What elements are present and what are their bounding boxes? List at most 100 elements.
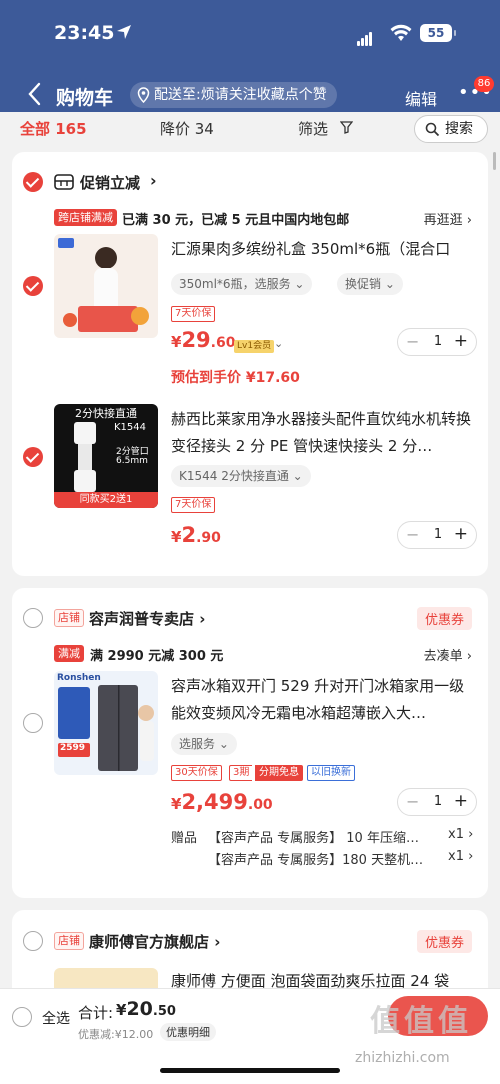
chevron-right-icon: › — [150, 171, 157, 190]
installment-tag-count: 3期 — [229, 765, 253, 781]
discount-detail-button[interactable]: 优惠明细 — [160, 1023, 216, 1041]
price-decimal: .60 — [210, 335, 236, 351]
gift-quantity[interactable]: x1 › — [448, 827, 473, 842]
cellular-signal-icon — [357, 27, 373, 46]
service-selector[interactable]: 选服务 ⌄ — [171, 733, 237, 755]
spec-selector[interactable]: 350ml*6瓶，选服务 ⌄ — [171, 273, 313, 295]
group-header[interactable]: 促销立减 › — [12, 168, 488, 198]
quantity-stepper[interactable]: − 1 + — [397, 521, 477, 549]
group-checkbox[interactable] — [23, 172, 43, 192]
image-size-mm: 6.5mm — [116, 456, 148, 466]
store-checkbox[interactable] — [23, 608, 43, 628]
chevron-down-icon[interactable]: ⌄ — [274, 337, 283, 350]
promo-text: 已满 30 元，已减 5 元且中国内地包邮 — [122, 213, 350, 228]
store-name[interactable]: 康师傅官方旗舰店 › — [89, 931, 220, 952]
promo-tag: 满减 — [54, 645, 84, 662]
page-title: 购物车 — [56, 87, 114, 109]
member-badge: Lv1会员 — [234, 340, 275, 353]
product-title[interactable]: 赫西比莱家用净水器接头配件直饮纯水机转换变径接头 2 分 PE 管快速快接头 2… — [171, 406, 475, 460]
store-tag: 店铺 — [54, 932, 84, 950]
cart-group-store: 店铺 康师傅官方旗舰店 › 优惠券 康师傅 方便面 泡面袋面劲爽乐拉面 24 袋 — [12, 910, 488, 1000]
quantity-stepper[interactable]: − 1 + — [397, 328, 477, 356]
search-label: 搜索 — [445, 121, 473, 137]
price-currency: ¥ — [171, 528, 182, 546]
plus-button[interactable]: + — [454, 524, 468, 544]
promo-text: 满 2990 元减 300 元 — [90, 649, 224, 664]
image-brand: Ronshen — [57, 673, 101, 683]
coupon-button[interactable]: 优惠券 — [416, 930, 472, 953]
total-decimal: .50 — [152, 1004, 176, 1019]
coupon-button[interactable]: 优惠券 — [416, 607, 472, 630]
status-time: 23:45 — [54, 22, 115, 44]
installment-tag: 分期免息 — [255, 765, 303, 781]
search-button[interactable]: 搜索 — [414, 115, 488, 143]
back-icon[interactable] — [26, 82, 44, 106]
plus-button[interactable]: + — [454, 331, 468, 351]
select-all-label[interactable]: 全选 — [42, 1008, 70, 1028]
image-code: K1544 — [114, 422, 147, 433]
juice-giftbox-image — [54, 234, 158, 338]
total-label: 合计: — [78, 1004, 114, 1022]
price-decimal: .00 — [247, 797, 273, 813]
product-image[interactable]: 2分快接直通 K1544 2分管口 6.5mm 同款买2送1 — [54, 404, 158, 508]
promo-icon — [54, 174, 74, 190]
plus-button[interactable]: + — [454, 791, 468, 811]
home-indicator — [160, 1068, 340, 1073]
edit-button[interactable]: 编辑 — [405, 86, 437, 110]
price-integer: 2,499 — [181, 790, 248, 814]
price-protect-tag: 30天价保 — [171, 765, 222, 781]
estimated-price: 预估到手价 ¥17.60 — [171, 370, 300, 386]
cart-group-store: 店铺 容声润普专卖店 › 优惠券 满减 满 2990 元减 300 元 去凑单 … — [12, 588, 488, 898]
gift-item[interactable]: 【容声产品 专属服务】180 天整机… — [208, 849, 423, 868]
deliver-address-label: 配送至:烦请关注收藏点个赞 — [154, 87, 327, 103]
filter-tabs: 全部 165 降价 34 筛选 搜索 — [0, 112, 500, 148]
tab-filter[interactable]: 筛选 — [298, 118, 328, 139]
search-icon — [425, 122, 440, 137]
store-tag: 店铺 — [54, 609, 84, 627]
price-protect-tag: 7天价保 — [171, 497, 216, 513]
tab-all[interactable]: 全部 165 — [20, 118, 87, 139]
swap-promo-selector[interactable]: 换促销 ⌄ — [337, 273, 403, 295]
product-title[interactable]: 容声冰箱双开门 529 升对开门冰箱家用一级能效变频风冷无霜电冰箱超薄嵌入大… — [171, 673, 475, 727]
message-badge: 86 — [474, 76, 494, 92]
image-price: 2599 — [60, 743, 86, 753]
tab-price-drop[interactable]: 降价 34 — [160, 118, 214, 139]
gift-item[interactable]: 【容声产品 专属服务】 10 年压缩… — [208, 827, 419, 846]
product-image[interactable]: Ronshen 2599 — [54, 671, 158, 775]
item-checkbox[interactable] — [23, 713, 43, 733]
pipe-connector-image — [74, 422, 96, 492]
price: ¥2.90 — [171, 523, 221, 547]
gift-quantity[interactable]: x1 › — [448, 849, 473, 864]
location-pin-icon — [137, 87, 150, 103]
nav-bar: 购物车 配送至:烦请关注收藏点个赞 编辑 ••• 86 — [0, 76, 500, 116]
gift-label: 赠品 — [171, 831, 198, 846]
wifi-icon — [390, 24, 412, 41]
total-currency: ¥ — [116, 1001, 127, 1019]
location-arrow-icon — [117, 25, 131, 39]
watermark-site: zhizhizhi.com — [355, 1050, 450, 1066]
price-integer: 29 — [181, 328, 211, 352]
item-checkbox[interactable] — [23, 276, 43, 296]
promo-more-link[interactable]: 再逛逛 › — [424, 209, 472, 228]
store-name[interactable]: 容声润普专卖店 › — [89, 608, 205, 629]
battery-tip — [454, 30, 456, 36]
price-currency: ¥ — [171, 333, 182, 351]
promo-more-link[interactable]: 去凑单 › — [424, 645, 472, 664]
select-all-checkbox[interactable] — [12, 1007, 32, 1027]
item-checkbox[interactable] — [23, 447, 43, 467]
funnel-icon[interactable] — [340, 121, 353, 134]
product-image[interactable] — [54, 234, 158, 338]
product-title[interactable]: 汇源果肉多缤纷礼盒 350ml*6瓶（混合口 — [171, 236, 475, 263]
fridge-image — [58, 685, 154, 771]
price-protect-tag: 7天价保 — [171, 306, 216, 322]
quantity-stepper[interactable]: − 1 + — [397, 788, 477, 816]
watermark-logo: 值值值 — [370, 1004, 472, 1039]
spec-selector[interactable]: K1544 2分快接直通 ⌄ — [171, 465, 311, 487]
deliver-address-button[interactable]: 配送至:烦请关注收藏点个赞 — [130, 82, 337, 108]
image-caption-top: 2分快接直通 — [75, 407, 137, 420]
promo-tag: 跨店铺满减 — [54, 209, 117, 226]
scrollbar[interactable] — [493, 152, 496, 170]
app-header: 23:45 55 购物车 配送至:烦请关注收藏点个赞 编辑 ••• 86 — [0, 0, 500, 120]
store-checkbox[interactable] — [23, 931, 43, 951]
price-decimal: .90 — [196, 530, 221, 546]
